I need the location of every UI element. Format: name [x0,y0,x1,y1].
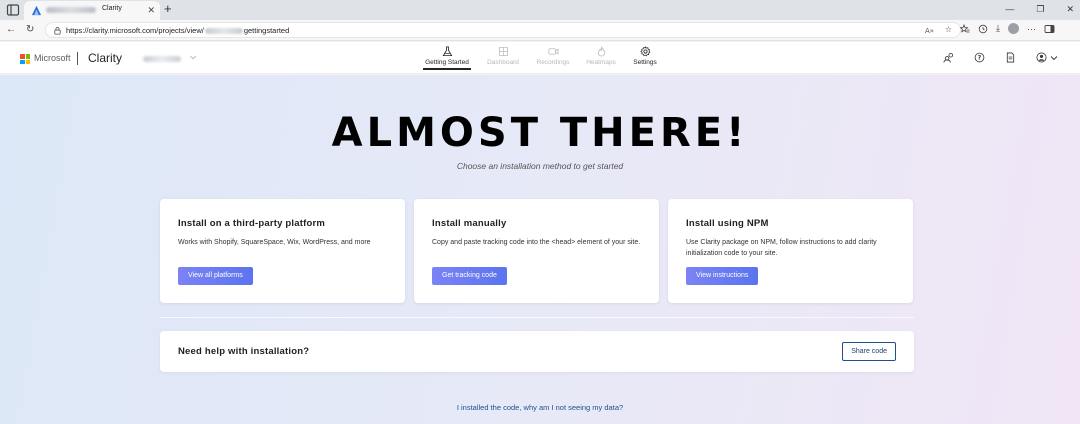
tab-label: Recordings [536,59,570,66]
tab-dashboard[interactable]: Dashboard [486,46,520,66]
browser-tab-clarity[interactable]: Clarity ✕ [24,1,160,20]
more-menu-icon[interactable]: ··· [1027,24,1036,34]
tab-getting-started[interactable]: Getting Started [423,46,471,70]
close-window-button[interactable]: ✕ [1066,3,1074,16]
page-title: ALMOST THERE! [331,110,749,156]
tab-recordings[interactable]: Recordings [535,46,571,66]
clarity-favicon-icon [31,5,42,16]
install-npm-card: Install using NPM Use Clarity package on… [668,199,913,303]
browser-tabstrip: Clarity ✕ + — ❐ ✕ [0,0,1080,20]
share-code-button[interactable]: Share code [842,342,896,361]
card-description: Copy and paste tracking code into the <h… [432,239,641,246]
back-button[interactable]: ← [6,24,16,36]
tab-label: Heatmaps [586,59,616,66]
installation-help-card: Need help with installation? Share code [160,331,914,372]
new-tab-button[interactable]: + [164,2,172,16]
header-actions: ? [943,52,1058,63]
chevron-down-icon [1050,55,1058,60]
window-controls: — ❐ ✕ [1005,3,1074,16]
tab-actions-icon[interactable] [6,3,20,17]
dashboard-icon [498,46,508,57]
svg-text:A»: A» [925,27,934,35]
address-bar[interactable]: https://clarity.microsoft.com/projects/v… [45,22,961,38]
downloads-icon[interactable]: ⤓ [996,23,1000,34]
history-icon[interactable] [978,24,988,34]
reload-button[interactable]: ↻ [26,24,34,36]
tab-close-icon[interactable]: ✕ [147,4,155,16]
flask-icon [442,46,452,57]
redacted-url-segment [204,28,243,35]
browser-toolbar: ← ↻ https://clarity.microsoft.com/projec… [0,20,1080,41]
favorites-icon[interactable] [960,23,970,34]
lock-icon[interactable] [53,26,62,35]
restore-button[interactable]: ❐ [1036,3,1044,16]
minimize-button[interactable]: — [1005,3,1014,16]
favorite-star-icon[interactable]: ☆ [945,25,952,35]
tab-label: Dashboard [487,59,519,66]
section-divider [160,317,914,318]
card-description: Works with Shopify, SquareSpace, Wix, Wo… [178,239,371,246]
help-title: Need help with installation? [178,346,310,357]
video-icon [548,48,558,55]
card-description: Use Clarity package on NPM, follow instr… [686,239,877,257]
card-title: Install on a third-party platform [178,218,325,229]
sidebar-toggle-icon[interactable] [1044,24,1055,34]
read-aloud-icon[interactable]: A» [925,25,935,35]
card-title: Install using NPM [686,218,769,229]
tab-label: Getting Started [425,59,469,66]
install-third-party-card: Install on a third-party platform Works … [160,199,405,303]
account-icon [1036,52,1047,63]
url-text[interactable]: https://clarity.microsoft.com/projects/v… [66,26,289,35]
app-header: Microsoft Clarity ⌵ Getting Started Dash… [0,42,1080,74]
not-seeing-data-link[interactable]: I installed the code, why am I not seein… [457,403,623,412]
card-title: Install manually [432,218,507,229]
document-icon[interactable] [1005,52,1016,63]
getting-started-page: ALMOST THERE! Choose an installation met… [0,75,1080,424]
tab-settings[interactable]: Settings [631,46,659,66]
view-instructions-button[interactable]: View instructions [686,267,759,285]
tab-title: Clarity [102,5,122,12]
people-icon[interactable] [943,52,954,63]
tab-heatmaps[interactable]: Heatmaps [585,46,617,66]
install-manually-card: Install manually Copy and paste tracking… [414,199,659,303]
account-menu[interactable] [1036,52,1058,63]
flame-icon [597,46,605,57]
browser-toolbar-right: ⤓ ··· [960,23,1055,34]
main-nav: Getting Started Dashboard Recordings Hea… [0,42,1080,74]
gear-icon [639,46,650,57]
view-all-platforms-button[interactable]: View all platforms [178,267,253,285]
profile-avatar[interactable] [1007,23,1019,34]
troubleshoot-link-row: I installed the code, why am I not seein… [0,403,1080,412]
help-icon[interactable]: ? [974,52,985,63]
page-subtitle: Choose an installation method to get sta… [456,161,624,171]
address-bar-actions: A» ☆ [925,25,952,35]
redacted-tab-text [46,7,96,13]
tab-label: Settings [633,59,657,66]
get-tracking-code-button[interactable]: Get tracking code [432,267,507,285]
svg-text:?: ? [978,55,982,62]
